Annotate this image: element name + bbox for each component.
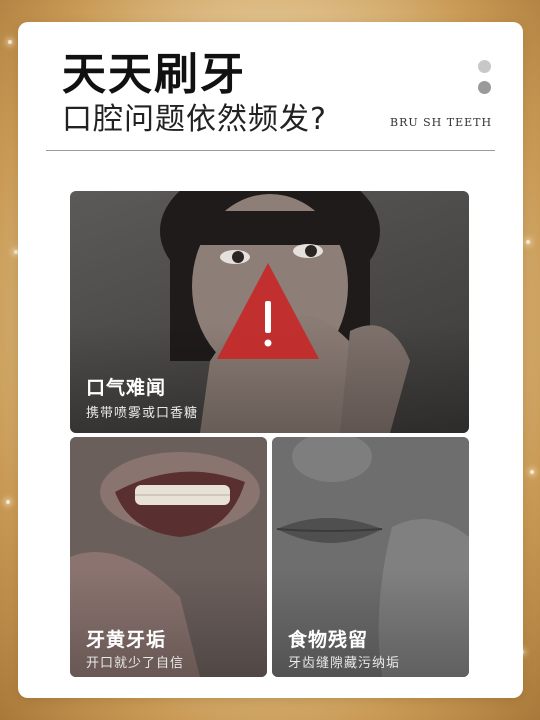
tile-heading: 食物残留 xyxy=(288,629,369,651)
sparkle xyxy=(6,500,10,504)
tile-caption: 携带喷雾或口香糖 xyxy=(86,406,199,421)
tile-food-residue: 食物残留 牙齿缝隙藏污纳垢 xyxy=(272,437,469,677)
sparkle xyxy=(530,470,534,474)
tile-heading: 牙黄牙垢 xyxy=(86,629,167,651)
header-divider xyxy=(46,150,495,151)
page-title: 天天刷牙 xyxy=(62,49,246,100)
tile-bad-breath: 口气难闻 携带喷雾或口香糖 xyxy=(70,191,469,433)
tile-caption: 牙齿缝隙藏污纳垢 xyxy=(288,656,401,671)
brand-text: BRU SH TEETH xyxy=(390,116,493,129)
menu-dots-icon xyxy=(478,60,491,73)
page-subtitle: 口腔问题依然频发? xyxy=(62,102,327,137)
warning-triangle-icon xyxy=(217,263,319,359)
sparkle xyxy=(526,240,530,244)
tile-yellow-teeth: 牙黄牙垢 开口就少了自信 xyxy=(70,437,267,677)
menu-dots-icon-secondary xyxy=(478,81,491,94)
tile-heading: 口气难闻 xyxy=(86,377,167,399)
tile-caption: 开口就少了自信 xyxy=(86,656,185,671)
sparkle xyxy=(8,40,12,44)
